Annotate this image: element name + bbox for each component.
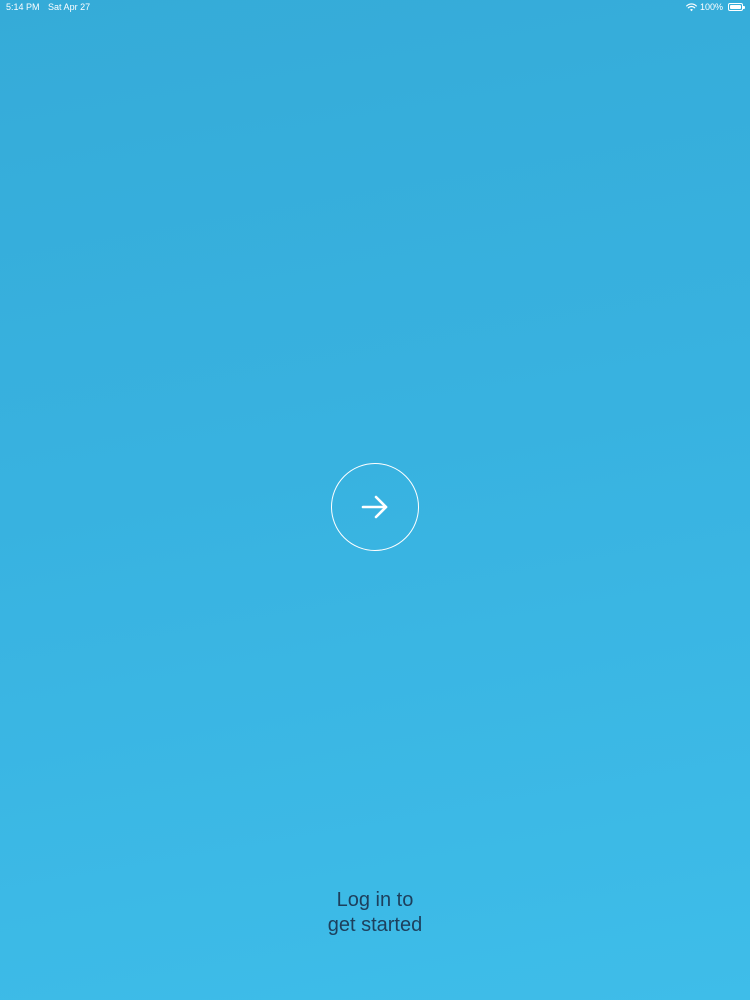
- login-screen: 5:14 PM Sat Apr 27 100% Log in to get st…: [0, 0, 750, 1000]
- status-bar: 5:14 PM Sat Apr 27 100%: [0, 0, 750, 14]
- status-time: 5:14 PM: [6, 2, 40, 12]
- status-bar-left: 5:14 PM Sat Apr 27: [6, 0, 96, 14]
- arrow-right-icon: [361, 495, 388, 519]
- login-caption: Log in to get started: [0, 888, 750, 938]
- caption-line-1: Log in to: [336, 889, 414, 911]
- wifi-icon: [686, 2, 697, 11]
- battery-icon: [728, 3, 745, 11]
- login-button[interactable]: [331, 463, 419, 551]
- status-date: Sat Apr 27: [48, 2, 91, 12]
- caption-line-2: get started: [327, 914, 423, 936]
- battery-tip: [743, 5, 745, 9]
- battery-percent: 100%: [699, 2, 723, 12]
- battery-fill: [730, 5, 741, 9]
- status-bar-right: 100%: [686, 0, 745, 14]
